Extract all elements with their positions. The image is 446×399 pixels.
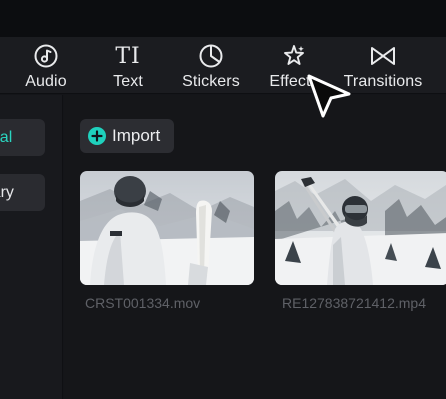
media-sidebar: Local Library: [0, 95, 63, 399]
music-note-icon: [33, 43, 59, 69]
bowtie-transition-icon: [369, 43, 397, 69]
tab-stickers-label: Stickers: [182, 73, 240, 90]
tab-text[interactable]: TI Text: [104, 37, 152, 94]
plus-icon: [88, 127, 106, 145]
title-bar: [0, 0, 446, 37]
tab-text-label: Text: [113, 73, 143, 90]
sparkle-star-icon: [281, 43, 307, 69]
tab-transitions-label: Transitions: [343, 73, 423, 90]
sidebar-item-library[interactable]: Library: [0, 174, 45, 211]
media-filename: RE127838721412.mp4: [282, 295, 427, 311]
sidebar-item-local[interactable]: Local: [0, 119, 45, 156]
media-thumbnail-1[interactable]: [80, 171, 254, 285]
mouse-pointer-icon: [305, 73, 355, 126]
sidebar-item-label: Library: [0, 183, 14, 201]
asset-toolbar: Audio TI Text Stickers Effects Transitio…: [0, 37, 446, 94]
tab-audio-label: Audio: [25, 73, 67, 90]
media-filename: CRST001334.mov: [85, 295, 201, 311]
tab-stickers[interactable]: Stickers: [178, 37, 244, 94]
sidebar-item-label: Local: [0, 128, 13, 146]
import-button[interactable]: Import: [80, 119, 174, 153]
media-thumbnail-2[interactable]: [275, 171, 446, 285]
sticker-icon: [198, 43, 224, 69]
tab-audio[interactable]: Audio: [18, 37, 74, 94]
import-label: Import: [112, 126, 161, 145]
text-ti-icon: TI: [115, 43, 141, 69]
